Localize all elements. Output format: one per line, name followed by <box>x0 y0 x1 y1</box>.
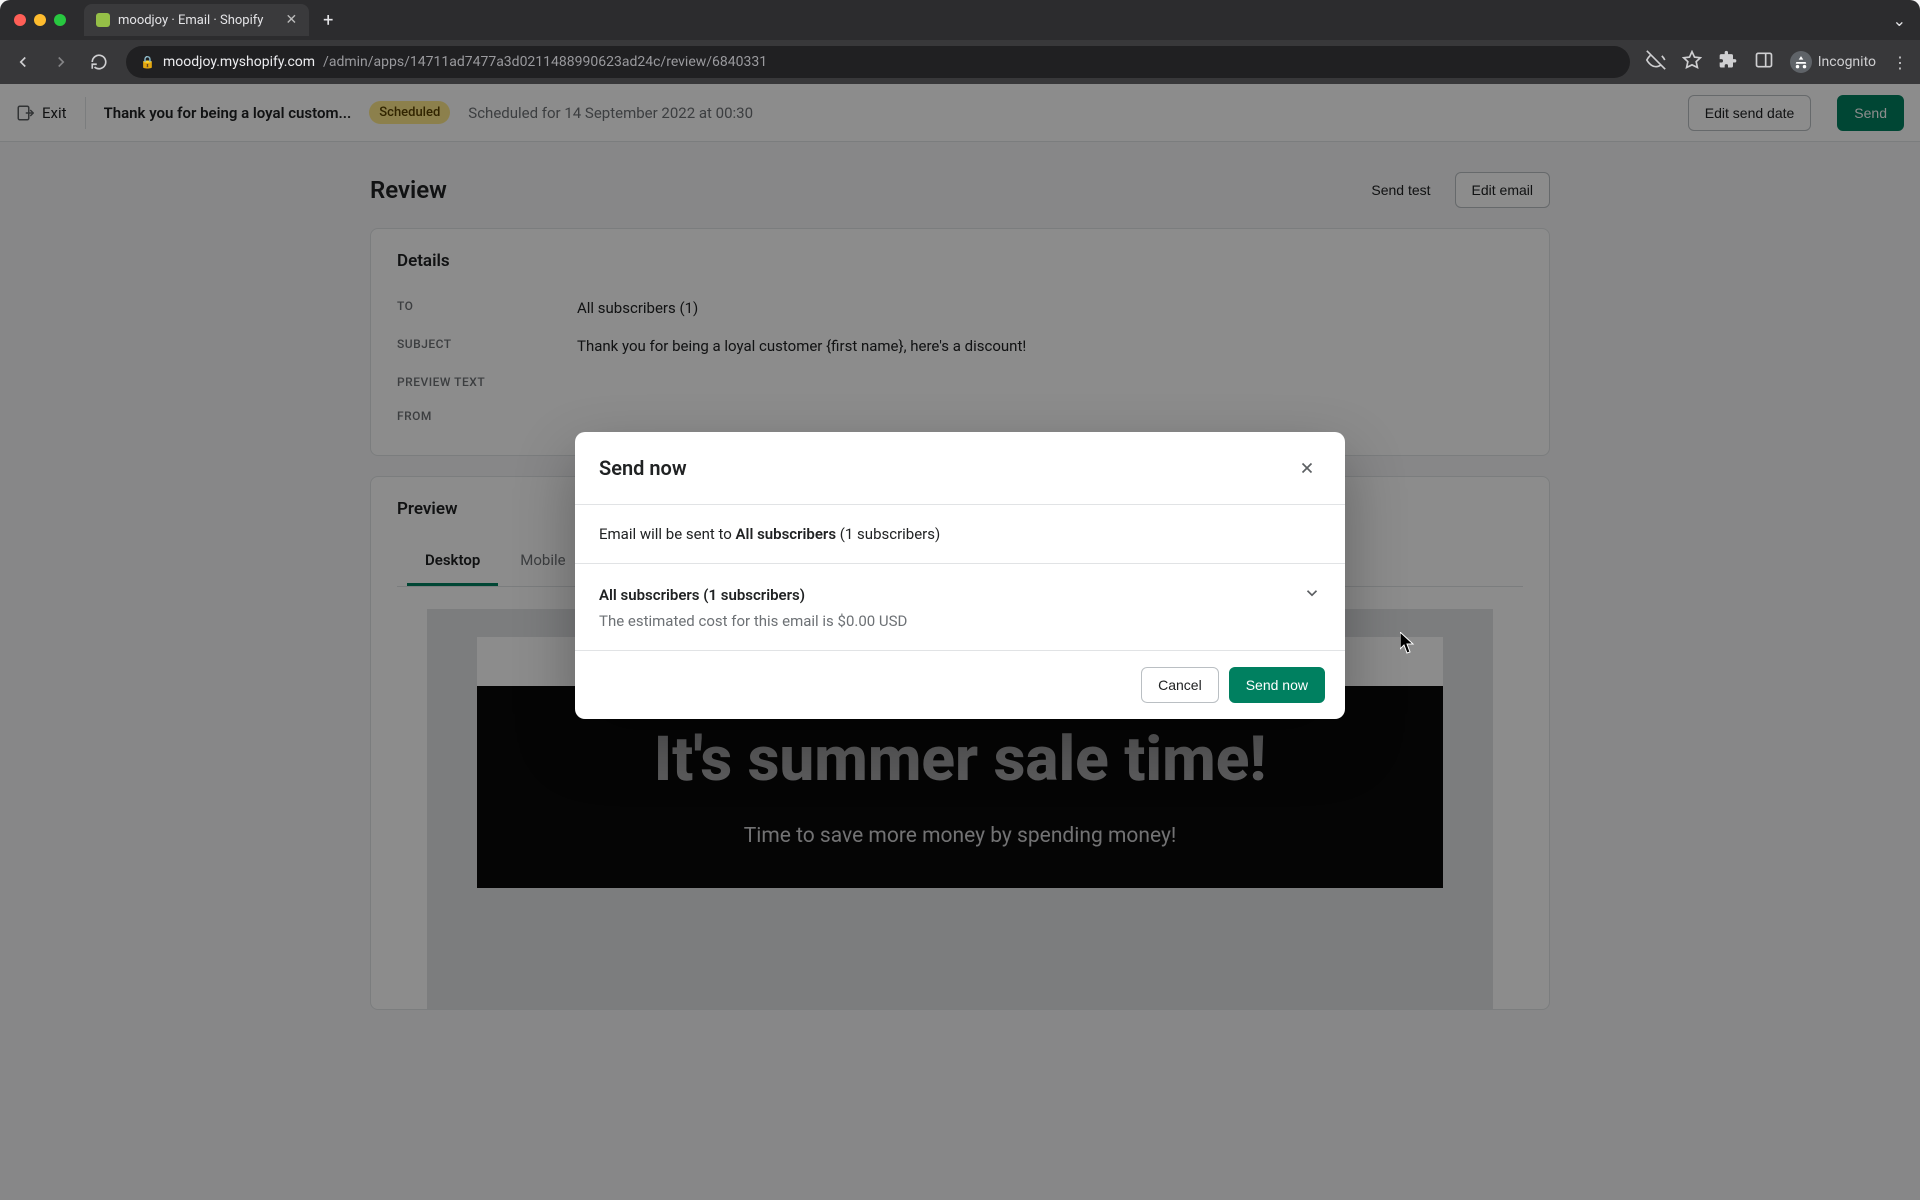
side-panel-icon[interactable] <box>1754 50 1774 74</box>
extensions-icon[interactable] <box>1718 50 1738 74</box>
window-minimize-icon[interactable] <box>34 14 46 26</box>
chevron-down-icon <box>1303 584 1321 606</box>
star-icon[interactable] <box>1682 50 1702 74</box>
close-tab-icon[interactable]: ✕ <box>285 12 297 28</box>
tab-overflow-icon[interactable]: ⌄ <box>1893 11 1906 30</box>
profile-incognito[interactable]: Incognito <box>1790 51 1876 73</box>
browser-menu-icon[interactable]: ⋮ <box>1892 53 1908 72</box>
lock-icon: 🔒 <box>140 55 155 69</box>
cost-text: The estimated cost for this email is $0.… <box>599 612 1321 630</box>
send-now-confirm-button[interactable]: Send now <box>1229 667 1325 703</box>
subscribers-disclosure[interactable]: All subscribers (1 subscribers) The esti… <box>575 563 1345 650</box>
disclosure-title: All subscribers (1 subscribers) <box>599 586 805 604</box>
window-controls <box>14 14 66 26</box>
incognito-icon <box>1790 51 1812 73</box>
url-host: moodjoy.myshopify.com <box>163 54 315 70</box>
address-bar[interactable]: 🔒 moodjoy.myshopify.com/admin/apps/14711… <box>126 46 1630 78</box>
window-zoom-icon[interactable] <box>54 14 66 26</box>
browser-tab[interactable]: moodjoy · Email · Shopify ✕ <box>84 4 309 36</box>
browser-tab-bar: moodjoy · Email · Shopify ✕ + ⌄ <box>0 0 1920 40</box>
browser-toolbar: 🔒 moodjoy.myshopify.com/admin/apps/14711… <box>0 40 1920 84</box>
modal-overlay[interactable]: Send now Email will be sent to All subsc… <box>0 84 1920 1200</box>
cancel-button[interactable]: Cancel <box>1141 667 1219 703</box>
close-icon[interactable] <box>1293 454 1321 482</box>
reload-button[interactable] <box>88 53 110 71</box>
url-path: /admin/apps/14711ad7477a3d0211488990623a… <box>323 54 767 70</box>
send-now-modal: Send now Email will be sent to All subsc… <box>575 432 1345 719</box>
tab-title: moodjoy · Email · Shopify <box>118 13 263 28</box>
back-button[interactable] <box>12 53 34 71</box>
window-close-icon[interactable] <box>14 14 26 26</box>
eye-off-icon[interactable] <box>1646 50 1666 74</box>
modal-body-text: Email will be sent to All subscribers (1… <box>575 504 1345 563</box>
forward-button[interactable] <box>50 53 72 71</box>
modal-title: Send now <box>599 456 687 480</box>
shopify-favicon-icon <box>96 13 110 27</box>
new-tab-button[interactable]: + <box>323 10 333 31</box>
